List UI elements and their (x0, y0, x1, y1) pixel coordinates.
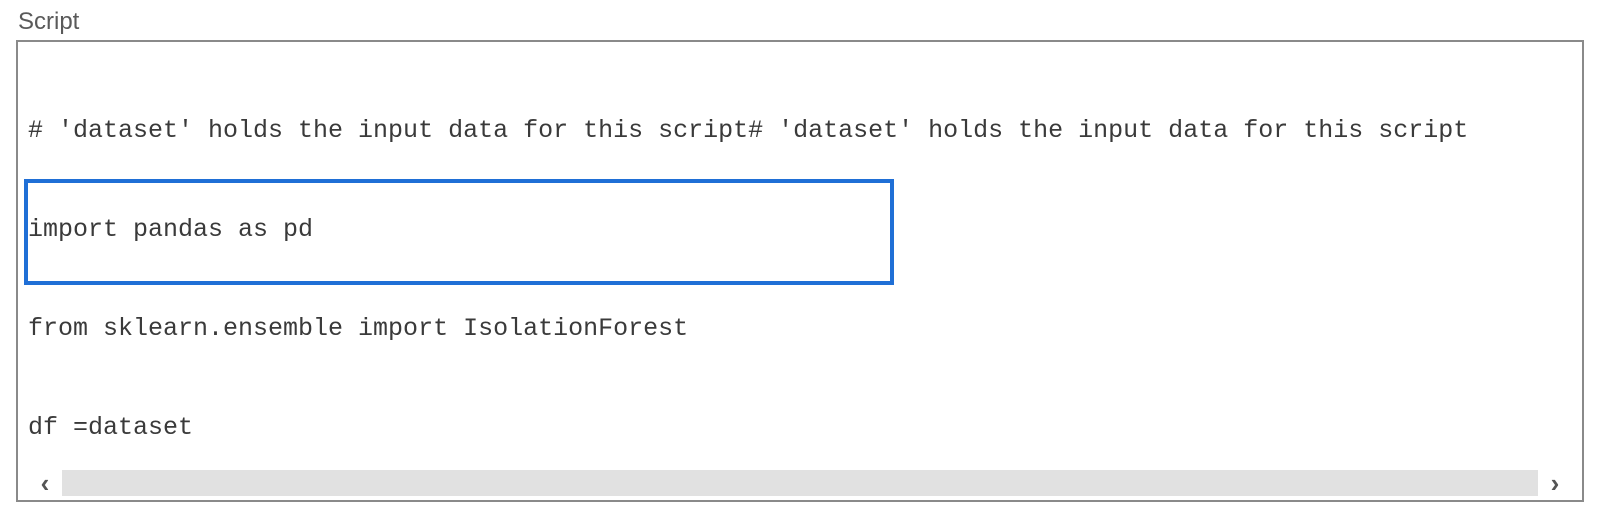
script-label: Script (16, 8, 1584, 36)
scroll-right-arrow-icon[interactable]: › (1540, 470, 1570, 496)
horizontal-scrollbar[interactable]: ‹ › (30, 470, 1570, 496)
script-editor[interactable]: # 'dataset' holds the input data for thi… (16, 40, 1584, 502)
code-line[interactable]: df =dataset (28, 411, 1572, 444)
code-line[interactable]: from sklearn.ensemble import IsolationFo… (28, 312, 1572, 345)
code-area[interactable]: # 'dataset' holds the input data for thi… (18, 42, 1582, 470)
scroll-left-arrow-icon[interactable]: ‹ (30, 470, 60, 496)
scroll-track[interactable] (62, 470, 1538, 496)
code-line[interactable]: import pandas as pd (28, 213, 1572, 246)
code-line[interactable]: # 'dataset' holds the input data for thi… (28, 114, 1572, 147)
